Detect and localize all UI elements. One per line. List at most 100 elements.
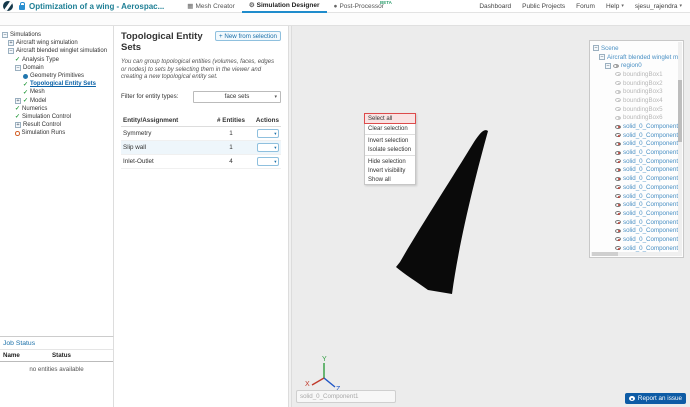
sidebar-item-domain[interactable]: − Domain — [0, 64, 113, 72]
expand-icon[interactable]: + — [15, 97, 21, 104]
simscale-logo-icon[interactable] — [3, 1, 13, 11]
table-row[interactable]: Slip wall 1 ▾ — [121, 140, 281, 155]
new-from-selection-button[interactable]: + New from selection — [215, 31, 281, 41]
menu-item-invert-selection[interactable]: Invert selection — [365, 136, 415, 145]
sidebar-item-simulation-control[interactable]: ✓ Simulation Control — [0, 113, 113, 121]
scene-item-solid[interactable]: solid_0_Component5 — [592, 157, 681, 166]
table-row[interactable]: Inlet-Outlet 4 ▾ — [121, 155, 281, 169]
expand-icon[interactable]: + — [15, 122, 21, 129]
sidebar-item-geometry-primitives[interactable]: Geometry Primitives — [0, 72, 113, 80]
eye-icon[interactable] — [615, 185, 621, 190]
eye-icon[interactable] — [615, 133, 621, 138]
menu-item-invert-visibility[interactable]: Invert visibility — [365, 166, 415, 175]
scene-item-solid[interactable]: solid_0_Component11 — [592, 209, 681, 218]
eye-icon[interactable] — [615, 202, 621, 207]
scene-item-boundingbox[interactable]: boundingBox3 — [592, 87, 681, 96]
table-row[interactable]: Symmetry 1 ▾ — [121, 127, 281, 141]
actions-select[interactable]: ▾ — [257, 128, 279, 138]
scrollbar-thumb[interactable] — [592, 252, 618, 256]
scene-item-solid[interactable]: solid_0_Component8 — [592, 183, 681, 192]
tab-simulation-designer[interactable]: ⚙ Simulation Designer — [241, 0, 327, 13]
nav-dashboard[interactable]: Dashboard — [479, 3, 511, 10]
sidebar-item-numerics[interactable]: ✓ Numerics — [0, 105, 113, 113]
eye-icon[interactable] — [615, 228, 621, 233]
scene-item-solid[interactable]: solid_0_Component3 — [592, 140, 681, 149]
menu-item-isolate-selection[interactable]: Isolate selection — [365, 145, 415, 154]
check-icon: ✓ — [15, 57, 21, 64]
collapse-icon[interactable]: − — [599, 54, 605, 61]
sidebar-item-simulations[interactable]: − Simulations — [0, 31, 113, 39]
eye-icon[interactable] — [615, 237, 621, 242]
menu-item-hide-selection[interactable]: Hide selection — [365, 157, 415, 166]
collapse-icon[interactable]: − — [605, 62, 611, 69]
user-menu[interactable]: sjesu_rajendra ▾ — [635, 3, 682, 10]
scene-item-boundingbox[interactable]: boundingBox2 — [592, 79, 681, 88]
sidebar-item-analysis-type[interactable]: ✓ Analysis Type — [0, 56, 113, 64]
scene-item-solid[interactable]: solid_0_Component7 — [592, 174, 681, 183]
scene-region-node[interactable]: − region0 — [592, 61, 681, 70]
scene-item-solid[interactable]: solid_0_Component4 — [592, 148, 681, 157]
menu-item-clear-selection[interactable]: Clear selection — [365, 124, 415, 133]
nav-help[interactable]: Help ▾ — [606, 3, 624, 10]
scene-item-boundingbox[interactable]: boundingBox4 — [592, 96, 681, 105]
sidebar-item-simulation-runs[interactable]: Simulation Runs — [0, 129, 113, 137]
eye-icon[interactable] — [615, 107, 621, 112]
entity-type-filter-select[interactable]: face sets ▾ — [193, 90, 281, 103]
eye-icon[interactable] — [613, 63, 619, 68]
eye-icon[interactable] — [615, 89, 621, 94]
actions-select[interactable]: ▾ — [257, 156, 279, 166]
eye-icon[interactable] — [615, 115, 621, 120]
collapse-icon[interactable]: − — [15, 64, 21, 71]
sidebar-item-mesh[interactable]: ✓ Mesh — [0, 88, 113, 96]
menu-item-show-all[interactable]: Show all — [365, 175, 415, 184]
actions-select[interactable]: ▾ — [257, 142, 279, 152]
sidebar-item-model[interactable]: + ✓ Model — [0, 97, 113, 105]
scrollbar-thumb[interactable] — [678, 80, 682, 142]
project-title[interactable]: Optimization of a wing - Aerospac... — [29, 2, 164, 11]
scene-item-solid[interactable]: solid_0_Component12 — [592, 218, 681, 227]
collapse-icon[interactable]: − — [2, 32, 8, 39]
eye-icon[interactable] — [615, 176, 621, 181]
scene-root[interactable]: − Scene — [592, 44, 681, 53]
eye-icon[interactable] — [615, 124, 621, 129]
eye-icon[interactable] — [615, 194, 621, 199]
scene-label: solid_0_Component3 — [623, 140, 681, 148]
menu-item-select-all[interactable]: Select all — [364, 113, 416, 124]
nav-forum[interactable]: Forum — [576, 3, 595, 10]
eye-icon[interactable] — [615, 98, 621, 103]
sidebar-item-aircraft-wing-simulation[interactable]: + Aircraft wing simulation — [0, 39, 113, 47]
sidebar-item-aircraft-blended-winglet-simulation[interactable]: − Aircraft blended winglet simulation — [0, 47, 113, 55]
eye-icon[interactable] — [615, 159, 621, 164]
viewport-3d[interactable]: Select all Clear selection Invert select… — [292, 26, 690, 407]
sidebar-item-topological-entity-sets[interactable]: ✓ Topological Entity Sets — [0, 80, 113, 88]
scene-item-solid[interactable]: solid_0_Component13 — [592, 226, 681, 235]
nav-public-projects[interactable]: Public Projects — [522, 3, 565, 10]
scene-item-boundingbox[interactable]: boundingBox6 — [592, 114, 681, 123]
eye-icon[interactable] — [615, 246, 621, 251]
collapse-icon[interactable]: − — [593, 45, 599, 52]
eye-icon[interactable] — [615, 150, 621, 155]
eye-icon[interactable] — [615, 72, 621, 77]
eye-icon[interactable] — [615, 141, 621, 146]
eye-icon[interactable] — [615, 167, 621, 172]
scene-item-solid[interactable]: solid_0_Component9 — [592, 192, 681, 201]
eye-icon[interactable] — [615, 81, 621, 86]
scene-item-solid[interactable]: solid_0_Component14 — [592, 235, 681, 244]
tab-post-processor[interactable]: ● Post-Processor BETA — [327, 0, 392, 13]
scene-item-solid[interactable]: solid_0_Component1 — [592, 122, 681, 131]
scene-scrollbar-horizontal[interactable] — [591, 252, 679, 256]
collapse-icon[interactable]: − — [8, 48, 14, 55]
tab-mesh-creator[interactable]: ▦ Mesh Creator — [180, 0, 242, 13]
report-issue-button[interactable]: Report an issue — [624, 393, 686, 404]
scene-item-solid[interactable]: solid_0_Component10 — [592, 200, 681, 209]
sidebar-item-result-control[interactable]: + Result Control — [0, 121, 113, 129]
expand-icon[interactable]: + — [8, 40, 14, 47]
eye-icon[interactable] — [615, 220, 621, 225]
scene-item-boundingbox[interactable]: boundingBox5 — [592, 105, 681, 114]
scene-item-solid[interactable]: solid_0_Component6 — [592, 166, 681, 175]
eye-icon[interactable] — [615, 211, 621, 216]
scene-mesh-node[interactable]: − Aircraft blended winglet mesh — [592, 53, 681, 62]
scene-item-boundingbox[interactable]: boundingBox1 — [592, 70, 681, 79]
scene-scrollbar-vertical[interactable] — [678, 42, 682, 256]
scene-item-solid[interactable]: solid_0_Component2 — [592, 131, 681, 140]
